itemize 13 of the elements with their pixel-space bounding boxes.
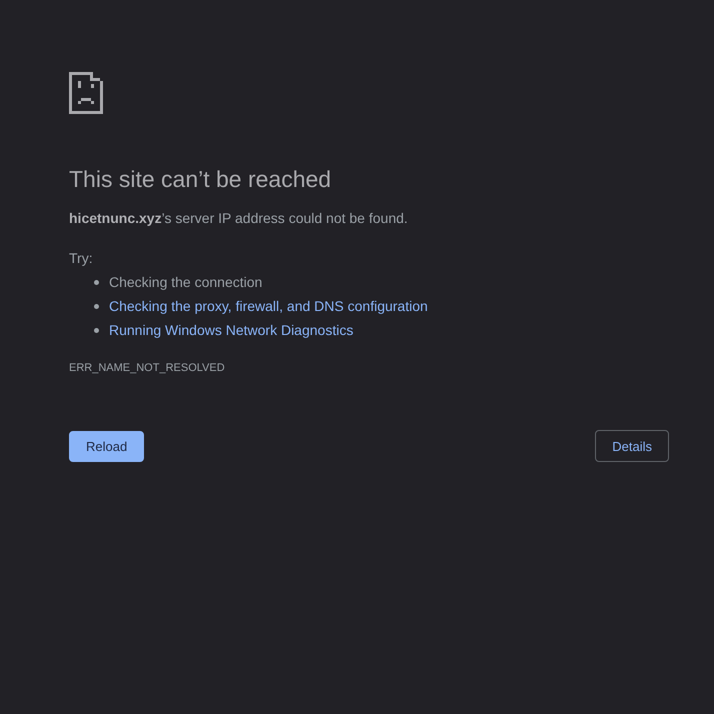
details-button[interactable]: Details <box>595 430 669 462</box>
suggestion-link[interactable]: Running Windows Network Diagnostics <box>109 320 354 340</box>
error-code: ERR_NAME_NOT_RESOLVED <box>69 361 225 376</box>
suggestions-intro: Try: <box>69 249 93 268</box>
error-summary: hicetnunc.xyz’s server IP address could not be found. <box>69 209 408 228</box>
error-heading: This site can’t be reached <box>69 165 332 194</box>
reload-button[interactable]: Reload <box>69 430 144 462</box>
sad-page-icon <box>69 72 103 114</box>
bullet-icon <box>94 280 99 284</box>
suggestion-link[interactable]: Checking the proxy, firewall, and DNS configuration <box>109 296 428 316</box>
bullet-icon <box>94 328 99 332</box>
bullet-icon <box>94 304 99 308</box>
suggestion-text: Checking the connection <box>109 273 262 292</box>
